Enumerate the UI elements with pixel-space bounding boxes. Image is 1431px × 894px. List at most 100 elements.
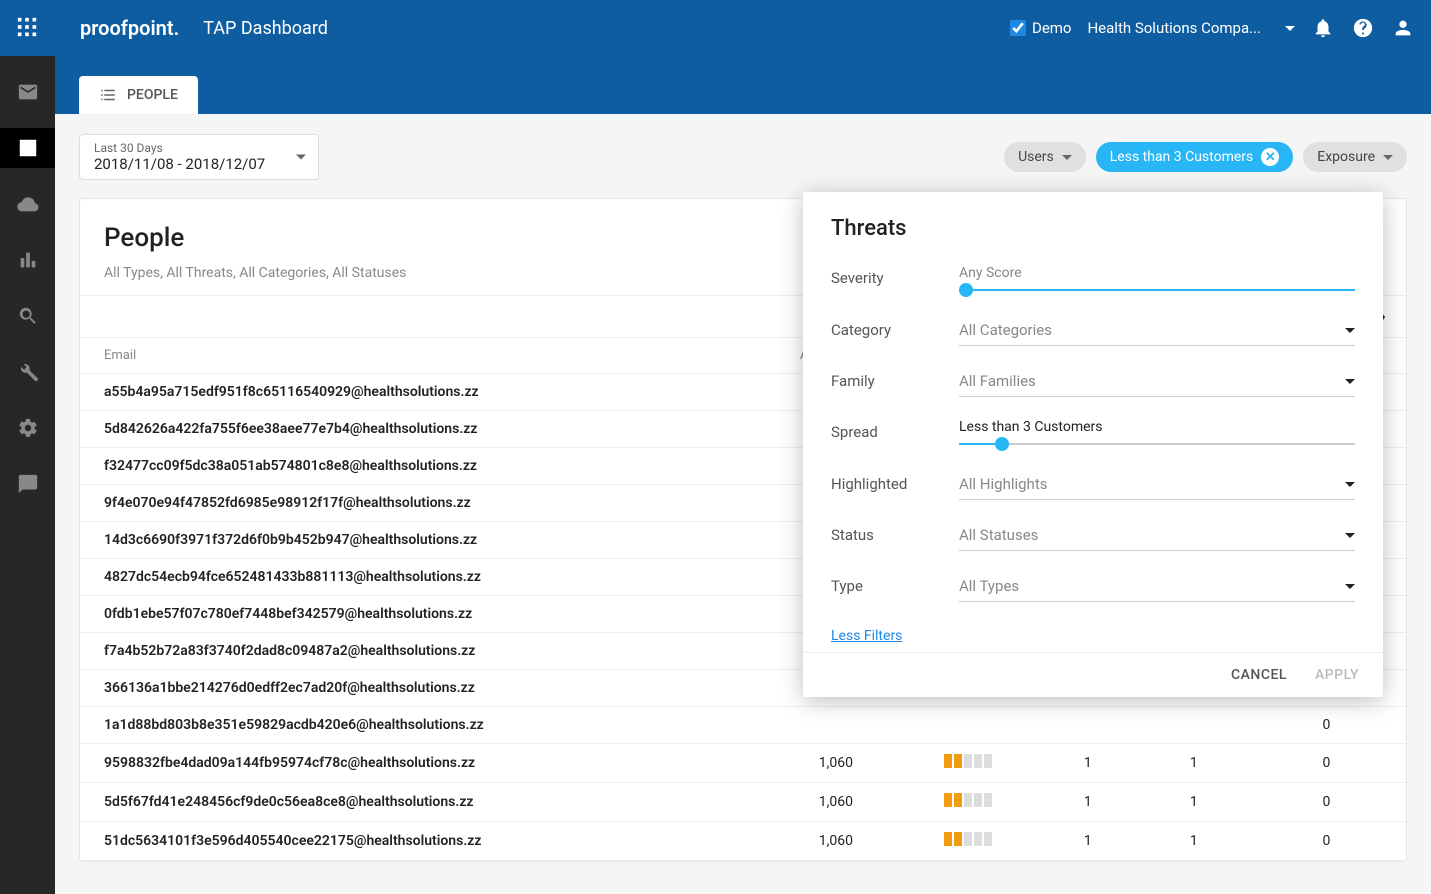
apps-grid-icon[interactable] <box>16 16 40 40</box>
cell-msgs: 1 <box>1035 744 1141 783</box>
notification-bell-icon[interactable] <box>1311 16 1335 40</box>
cell-score <box>902 822 1035 861</box>
highlighted-select[interactable]: All Highlights <box>959 471 1355 500</box>
cell-clicks: 0 <box>1247 744 1406 783</box>
score-bar <box>944 754 992 768</box>
less-filters-link[interactable]: Less Filters <box>831 628 902 644</box>
demo-checkbox-input[interactable] <box>1010 20 1026 36</box>
sidebar-item-chat[interactable] <box>0 464 55 504</box>
close-icon[interactable]: ✕ <box>1261 148 1279 166</box>
highlighted-value: All Highlights <box>959 475 1047 493</box>
category-value: All Categories <box>959 321 1052 339</box>
type-label: Type <box>831 573 959 595</box>
cell-email: f32477cc09f5dc38a051ab574801c8e8@healths… <box>80 448 770 485</box>
severity-label: Severity <box>831 265 959 287</box>
cell-msgs: 1 <box>1035 783 1141 822</box>
spread-value: Less than 3 Customers <box>959 419 1355 435</box>
app-title: TAP Dashboard <box>203 18 328 39</box>
spread-slider[interactable] <box>959 443 1355 445</box>
spread-label: Spread <box>831 419 959 441</box>
date-range-label: Last 30 Days <box>94 141 304 155</box>
apply-button[interactable]: APPLY <box>1315 667 1359 683</box>
category-label: Category <box>831 317 959 339</box>
table-row[interactable]: 5d5f67fd41e248456cf9de0c56ea8ce8@healths… <box>80 783 1406 822</box>
demo-label: Demo <box>1032 19 1072 37</box>
cell-clicks: 0 <box>1247 707 1406 744</box>
chevron-down-icon <box>1345 533 1355 538</box>
cell-threats: 1 <box>1141 822 1247 861</box>
cell-score <box>902 707 1035 744</box>
table-row[interactable]: 1a1d88bd803b8e351e59829acdb420e6@healths… <box>80 707 1406 744</box>
cancel-button[interactable]: CANCEL <box>1231 667 1287 683</box>
cell-score <box>902 744 1035 783</box>
sidebar-item-people[interactable] <box>0 128 55 168</box>
cell-msgs: 1 <box>1035 822 1141 861</box>
table-row[interactable]: 9598832fbe4dad09a144fb95974cf78c@healths… <box>80 744 1406 783</box>
cell-email: 1a1d88bd803b8e351e59829acdb420e6@healths… <box>80 707 770 744</box>
status-label: Status <box>831 522 959 544</box>
sidebar-item-mail[interactable] <box>0 72 55 112</box>
cell-msgs <box>1035 707 1141 744</box>
cell-clicks: 0 <box>1247 822 1406 861</box>
brand-logo: proofpoint. <box>80 16 179 40</box>
chevron-down-icon <box>1345 328 1355 333</box>
category-select[interactable]: All Categories <box>959 317 1355 346</box>
sidebar-item-cloud[interactable] <box>0 184 55 224</box>
chip-exposure[interactable]: Exposure <box>1303 142 1407 172</box>
family-value: All Families <box>959 372 1036 390</box>
user-account-icon[interactable] <box>1391 16 1415 40</box>
tab-people[interactable]: PEOPLE <box>79 76 198 114</box>
sidebar-item-search[interactable] <box>0 296 55 336</box>
chevron-down-icon <box>1345 584 1355 589</box>
status-value: All Statuses <box>959 526 1038 544</box>
tab-label: PEOPLE <box>127 87 178 103</box>
left-sidebar <box>0 56 55 894</box>
sidebar-item-tools[interactable] <box>0 352 55 392</box>
popup-title: Threats <box>831 216 1355 241</box>
chip-filter-label: Less than 3 Customers <box>1110 149 1254 165</box>
date-range-value: 2018/11/08 - 2018/12/07 <box>94 155 304 173</box>
cell-email: 51dc5634101f3e596d405540cee22175@healths… <box>80 822 770 861</box>
severity-slider[interactable] <box>959 289 1355 291</box>
company-selector[interactable]: Health Solutions Compa... <box>1087 19 1295 37</box>
cell-email: 14d3c6690f3971f372d6f0b9b452b947@healths… <box>80 522 770 559</box>
cell-email: a55b4a95a715edf951f8c65116540929@healths… <box>80 374 770 411</box>
toolbar: Last 30 Days 2018/11/08 - 2018/12/07 Use… <box>79 134 1407 180</box>
chevron-down-icon <box>1285 26 1295 31</box>
cell-email: 0fdb1ebe57f07c780ef7448bef342579@healths… <box>80 596 770 633</box>
chevron-down-icon <box>1062 155 1072 160</box>
chip-users-label: Users <box>1018 149 1054 165</box>
cell-threats: 1 <box>1141 783 1247 822</box>
chevron-down-icon <box>1345 482 1355 487</box>
family-select[interactable]: All Families <box>959 368 1355 397</box>
family-label: Family <box>831 368 959 390</box>
sidebar-item-stats[interactable] <box>0 240 55 280</box>
col-email[interactable]: Email <box>80 338 770 374</box>
cell-email: 9f4e070e94f47852fd6985e98912f17f@healths… <box>80 485 770 522</box>
cell-threats: 1 <box>1141 744 1247 783</box>
cell-email: 4827dc54ecb94fce652481433b881113@healths… <box>80 559 770 596</box>
cell-attack: 1,060 <box>770 783 903 822</box>
demo-checkbox[interactable]: Demo <box>1010 19 1072 37</box>
highlighted-label: Highlighted <box>831 471 959 493</box>
chip-users[interactable]: Users <box>1004 142 1086 172</box>
type-select[interactable]: All Types <box>959 573 1355 602</box>
date-range-selector[interactable]: Last 30 Days 2018/11/08 - 2018/12/07 <box>79 134 319 180</box>
chevron-down-icon <box>296 155 306 160</box>
sidebar-item-settings[interactable] <box>0 408 55 448</box>
cell-attack <box>770 707 903 744</box>
app-header: proofpoint. TAP Dashboard Demo Health So… <box>0 0 1431 56</box>
help-icon[interactable] <box>1351 16 1375 40</box>
score-bar <box>944 832 992 846</box>
subheader: PEOPLE <box>0 56 1431 114</box>
page-title: People <box>104 223 184 253</box>
type-value: All Types <box>959 577 1019 595</box>
chip-active-filter[interactable]: Less than 3 Customers ✕ <box>1096 142 1294 172</box>
score-bar <box>944 793 992 807</box>
status-select[interactable]: All Statuses <box>959 522 1355 551</box>
cell-email: 9598832fbe4dad09a144fb95974cf78c@healths… <box>80 744 770 783</box>
cell-email: f7a4b52b72a83f3740f2dad8c09487a2@healths… <box>80 633 770 670</box>
cell-attack: 1,060 <box>770 822 903 861</box>
table-row[interactable]: 51dc5634101f3e596d405540cee22175@healths… <box>80 822 1406 861</box>
severity-value: Any Score <box>959 265 1355 281</box>
